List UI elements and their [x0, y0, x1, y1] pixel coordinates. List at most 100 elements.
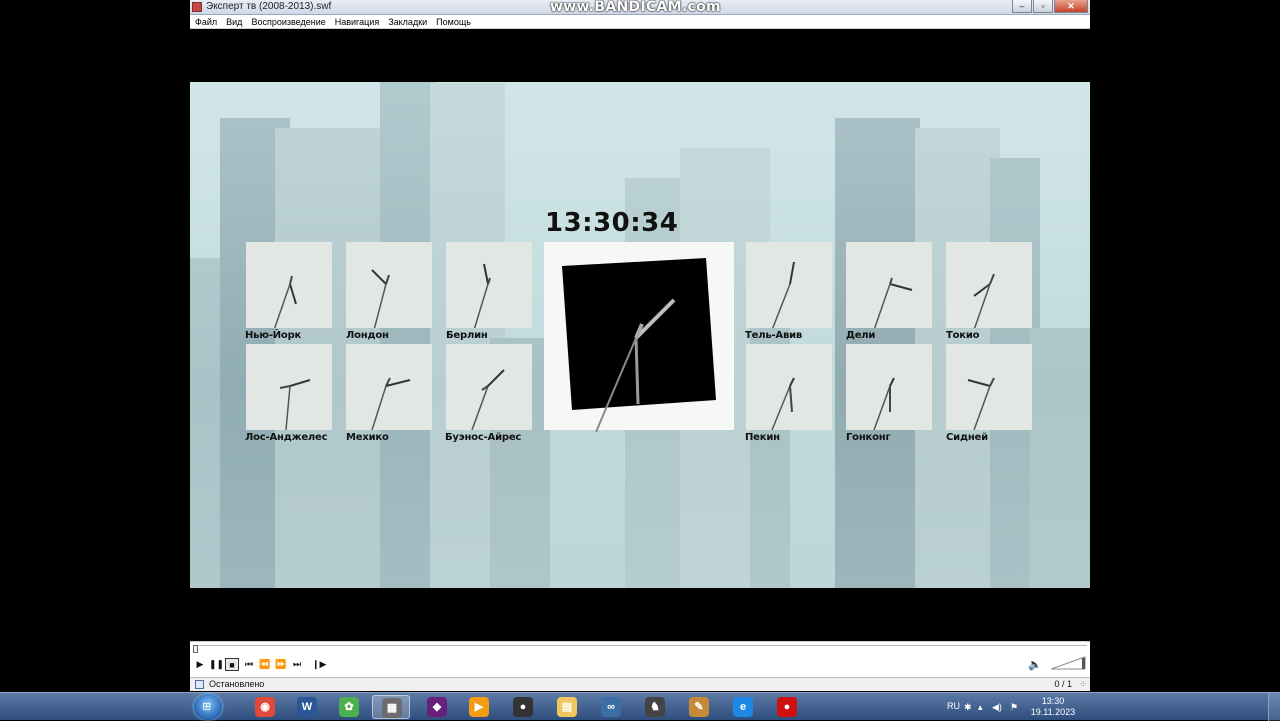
binoculars-icon: ∞: [601, 697, 621, 717]
close-button[interactable]: ✕: [1054, 0, 1088, 13]
player-controls: ▶ ❚❚ ■ ⏮ ⏪ ⏩ ⏭ ❙▶ 🔈: [190, 641, 1090, 677]
city-label: Лондон: [346, 330, 389, 341]
network-icon[interactable]: ✱: [964, 702, 972, 713]
language-indicator[interactable]: RU: [947, 701, 960, 711]
frame-counter: 0 / 1: [1054, 679, 1072, 689]
flash-stage[interactable]: 13:30:34 Нью-Йорк Лондон Берлин Тель-Ави…: [190, 82, 1090, 588]
taskbar-app-binoculars[interactable]: ∞: [592, 695, 630, 719]
taskbar-app-internet-explorer[interactable]: e: [724, 695, 762, 719]
taskbar-app-paint-palette[interactable]: ✎: [680, 695, 718, 719]
clock-tile-tel-aviv: [746, 242, 832, 328]
clock-tile-delhi: [846, 242, 932, 328]
menu-file[interactable]: Файл: [195, 15, 217, 28]
city-label: Дели: [846, 330, 876, 341]
city-label: Буэнос-Айрес: [445, 432, 522, 443]
menu-playback[interactable]: Воспроизведение: [251, 15, 325, 28]
clock-tile-new-york: [246, 242, 332, 328]
analog-clock-icon: [873, 277, 913, 328]
taskbar-app-chrome[interactable]: ◉: [246, 695, 284, 719]
minimize-button[interactable]: ‒: [1012, 0, 1032, 13]
menu-bar: Файл Вид Воспроизведение Навигация Закла…: [190, 15, 1090, 29]
seek-thumb[interactable]: [193, 645, 198, 653]
forward-button[interactable]: ⏩: [274, 658, 288, 671]
city-label: Пекин: [745, 432, 780, 443]
status-text: Остановлено: [209, 679, 265, 689]
menu-bookmarks[interactable]: Закладки: [388, 15, 427, 28]
obs-icon: ●: [513, 697, 533, 717]
clock-tile-los-angeles: [246, 344, 332, 430]
media-player-icon: ▶: [469, 697, 489, 717]
bandicam-watermark: www.BANDICAM.com: [550, 0, 721, 15]
previous-button[interactable]: ⏮: [242, 658, 256, 671]
video-editor-icon: ▦: [382, 698, 402, 718]
windows-logo-icon: ⊞: [202, 701, 212, 713]
analog-clock-icon: [973, 273, 995, 328]
city-label: Нью-Йорк: [245, 330, 302, 341]
start-button[interactable]: ⊞: [194, 694, 222, 720]
step-button[interactable]: ❙▶: [312, 658, 326, 671]
analog-clock-icon: [771, 261, 795, 328]
city-label: Тель-Авив: [745, 330, 803, 341]
volume-slider[interactable]: [1051, 656, 1087, 670]
resize-grip-icon[interactable]: ⁘: [1079, 679, 1087, 690]
taskbar-app-visual-studio[interactable]: ◆: [418, 695, 456, 719]
flag-icon[interactable]: ⚑: [1010, 702, 1018, 713]
clock-tile-berlin: [446, 242, 532, 328]
clock-tile-mexico: [346, 344, 432, 430]
taskbar-app-app-wolf[interactable]: ♞: [636, 695, 674, 719]
menu-view[interactable]: Вид: [226, 15, 242, 28]
volume-tray-icon[interactable]: ◀): [992, 702, 1002, 713]
taskbar: ⊞ ◉ W ✿ ▦ ◆ ▶ ● ▤ ∞ ♞ ✎ e ● RU ✱ ▴ ◀) ⚑ 13:30 19.11.…: [0, 692, 1280, 721]
seek-bar[interactable]: [193, 645, 1087, 653]
clock-tile-london: [346, 242, 432, 328]
main-clock-frame: [544, 242, 734, 433]
taskbar-app-media-player[interactable]: ▶: [460, 695, 498, 719]
main-analog-clock-icon: [562, 258, 716, 433]
clock-tile-beijing: [746, 344, 832, 430]
bandicam-record-icon: ●: [777, 697, 797, 717]
maximize-button[interactable]: ▫: [1033, 0, 1053, 13]
show-desktop-button[interactable]: [1268, 693, 1280, 721]
rewind-button[interactable]: ⏪: [258, 658, 272, 671]
chrome-icon: ◉: [255, 697, 275, 717]
taskbar-app-bandicam-record[interactable]: ●: [768, 695, 806, 719]
city-label: Берлин: [446, 330, 488, 341]
menu-help[interactable]: Помощь: [436, 15, 471, 28]
taskbar-app-word[interactable]: W: [288, 695, 326, 719]
paint-app-icon: ✿: [339, 697, 359, 717]
clock-date: 19.11.2023: [1030, 707, 1076, 717]
clock-tile-sydney: [946, 344, 1032, 430]
analog-clock-icon: [371, 377, 411, 430]
taskbar-app-file-explorer[interactable]: ▤: [548, 695, 586, 719]
taskbar-app-obs[interactable]: ●: [504, 695, 542, 719]
taskbar-app-video-editor[interactable]: ▦: [372, 695, 410, 719]
visual-studio-icon: ◆: [427, 697, 447, 717]
analog-clock-icon: [471, 369, 505, 430]
clock-tile-hong-kong: [846, 344, 932, 430]
tray-arrow-icon[interactable]: ▴: [978, 702, 983, 713]
pause-button[interactable]: ❚❚: [209, 658, 224, 671]
menu-navigation[interactable]: Навигация: [335, 15, 379, 28]
next-button[interactable]: ⏭: [290, 658, 304, 671]
city-label: Гонконг: [846, 432, 891, 443]
app-wolf-icon: ♞: [645, 697, 665, 717]
minute-hand: [634, 337, 640, 405]
clock-tile-tokyo: [946, 242, 1032, 328]
window-title: Эксперт тв (2008-2013).swf: [206, 1, 332, 12]
analog-clock-icon: [771, 377, 795, 430]
city-label: Сидней: [946, 432, 988, 443]
volume-icon[interactable]: 🔈: [1028, 658, 1042, 671]
analog-clock-icon: [967, 377, 995, 430]
taskbar-app-paint-app[interactable]: ✿: [330, 695, 368, 719]
analog-clock-icon: [273, 275, 297, 328]
digital-clock: 13:30:34: [545, 208, 679, 238]
app-icon: [192, 2, 202, 12]
city-label: Мехико: [346, 432, 389, 443]
title-bar[interactable]: Эксперт тв (2008-2013).swf www.BANDICAM.…: [190, 0, 1090, 15]
paint-palette-icon: ✎: [689, 697, 709, 717]
play-button[interactable]: ▶: [193, 658, 207, 671]
taskbar-clock[interactable]: 13:30 19.11.2023: [1030, 696, 1076, 718]
stop-button[interactable]: ■: [225, 658, 239, 671]
city-label: Лос-Анджелес: [245, 432, 328, 443]
analog-clock-icon: [371, 269, 390, 328]
